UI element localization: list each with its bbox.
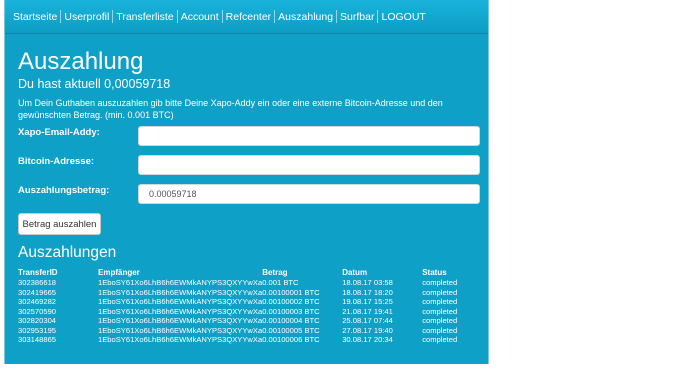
cell-transferid: 302820304 (18, 316, 57, 326)
balance-text: Du hast aktuell 0,00059718 (18, 77, 171, 91)
nav-account[interactable]: Account (181, 11, 219, 23)
cell-date: 21.08.17 19:41 (342, 306, 393, 316)
cell-amount: 0.00100004 BTC (262, 316, 320, 326)
nav-divider (60, 10, 62, 23)
bitcoin-address-input[interactable] (138, 155, 480, 175)
intro-text: Um Dein Guthaben auszuzahlen gib bitte D… (18, 98, 443, 120)
column-header-empfaenger: Empfänger (98, 268, 140, 277)
amount-input[interactable] (138, 184, 480, 204)
cell-transferid: 302419665 (18, 287, 57, 297)
amount-label: Auszahlungsbetrag: (18, 185, 110, 196)
column-header-betrag: Betrag (262, 268, 288, 277)
cell-status: completed (422, 297, 458, 307)
cell-status: completed (422, 287, 458, 297)
cell-recipient: 1EboSY61Xo6LhB6h6EWMkANYPS3QXYYwXa (98, 297, 263, 307)
cell-date: 25.08.17 07:44 (342, 316, 393, 326)
nav-divider (176, 10, 178, 23)
cell-amount: 0.00100002 BTC (262, 297, 320, 307)
table-header-row: TransferID Empfänger Betrag Datum Status (18, 267, 482, 278)
nav-divider (274, 10, 276, 23)
cell-status: completed (422, 278, 458, 288)
table-row: 302570590 1EboSY61Xo6LhB6h6EWMkANYPS3QXY… (18, 307, 482, 317)
cell-recipient: 1EboSY61Xo6LhB6h6EWMkANYPS3QXYYwXa (98, 287, 263, 297)
payouts-title: Auszahlungen (18, 244, 117, 261)
table-row: 303148865 1EboSY61Xo6LhB6h6EWMkANYPS3QXY… (18, 335, 482, 345)
cell-recipient: 1EboSY61Xo6LhB6h6EWMkANYPS3QXYYwXa (98, 306, 263, 316)
cell-status: completed (422, 316, 458, 326)
page-frame: Startseite Userprofil Transferliste Acco… (4, 0, 489, 364)
nav-divider (377, 10, 379, 23)
cell-recipient: 1EboSY61Xo6LhB6h6EWMkANYPS3QXYYwXa (98, 325, 263, 335)
cell-amount: 0.00100005 BTC (262, 325, 320, 335)
payouts-table: TransferID Empfänger Betrag Datum Status… (18, 267, 482, 345)
nav-logout[interactable]: LOGOUT (381, 11, 425, 23)
column-header-transferid: TransferID (18, 268, 58, 277)
nav-userprofil[interactable]: Userprofil (64, 11, 109, 23)
cell-recipient: 1EboSY61Xo6LhB6h6EWMkANYPS3QXYYwXa (98, 316, 263, 326)
cell-transferid: 302570590 (18, 306, 57, 316)
cell-transferid: 302469282 (18, 297, 57, 307)
nav-startseite[interactable]: Startseite (13, 11, 57, 23)
submit-payout-button[interactable]: Betrag auszahlen (18, 213, 101, 235)
cell-date: 18.08.17 18:20 (342, 287, 393, 297)
nav-auszahlung[interactable]: Auszahlung (278, 11, 333, 23)
cell-transferid: 303148865 (18, 335, 57, 345)
cell-amount: 0.00100001 BTC (262, 287, 320, 297)
nav-divider (112, 10, 114, 23)
cell-transferid: 302953195 (18, 325, 57, 335)
xapo-email-input[interactable] (138, 126, 480, 146)
nav-surfbar[interactable]: Surfbar (340, 11, 374, 23)
cell-date: 19.08.17 15:25 (342, 297, 393, 307)
cell-recipient: 1EboSY61Xo6LhB6h6EWMkANYPS3QXYYwXa (98, 278, 263, 288)
cell-date: 30.08.17 20:34 (342, 335, 393, 345)
cell-recipient: 1EboSY61Xo6LhB6h6EWMkANYPS3QXYYwXa (98, 335, 263, 345)
cell-status: completed (422, 335, 458, 345)
cell-transferid: 302386618 (18, 278, 57, 288)
nav-divider (336, 10, 338, 23)
xapo-email-label: Xapo-Email-Addy: (18, 127, 100, 138)
nav-divider (221, 10, 223, 23)
cell-date: 27.08.17 19:40 (342, 325, 393, 335)
bitcoin-address-label: Bitcoin-Adresse: (18, 156, 95, 167)
nav-transferliste[interactable]: Transferliste (116, 11, 173, 23)
column-header-datum: Datum (342, 268, 368, 277)
cell-status: completed (422, 306, 458, 316)
nav-refcenter[interactable]: Refcenter (226, 11, 272, 23)
cell-status: completed (422, 325, 458, 335)
table-row: 302820304 1EboSY61Xo6LhB6h6EWMkANYPS3QXY… (18, 316, 482, 326)
top-navbar: Startseite Userprofil Transferliste Acco… (5, 0, 488, 34)
table-row: 302953195 1EboSY61Xo6LhB6h6EWMkANYPS3QXY… (18, 326, 482, 336)
cell-amount: 0.00100003 BTC (262, 306, 320, 316)
cell-amount: 0.001 BTC (262, 278, 299, 288)
table-row: 302419665 1EboSY61Xo6LhB6h6EWMkANYPS3QXY… (18, 288, 482, 298)
cell-amount: 0.00100006 BTC (262, 335, 320, 345)
column-header-status: Status (422, 268, 447, 277)
page-title: Auszahlung (18, 48, 144, 75)
table-row: 302469282 1EboSY61Xo6LhB6h6EWMkANYPS3QXY… (18, 297, 482, 307)
cell-date: 18.08.17 03:58 (342, 278, 393, 288)
table-row: 302386618 1EboSY61Xo6LhB6h6EWMkANYPS3QXY… (18, 278, 482, 288)
